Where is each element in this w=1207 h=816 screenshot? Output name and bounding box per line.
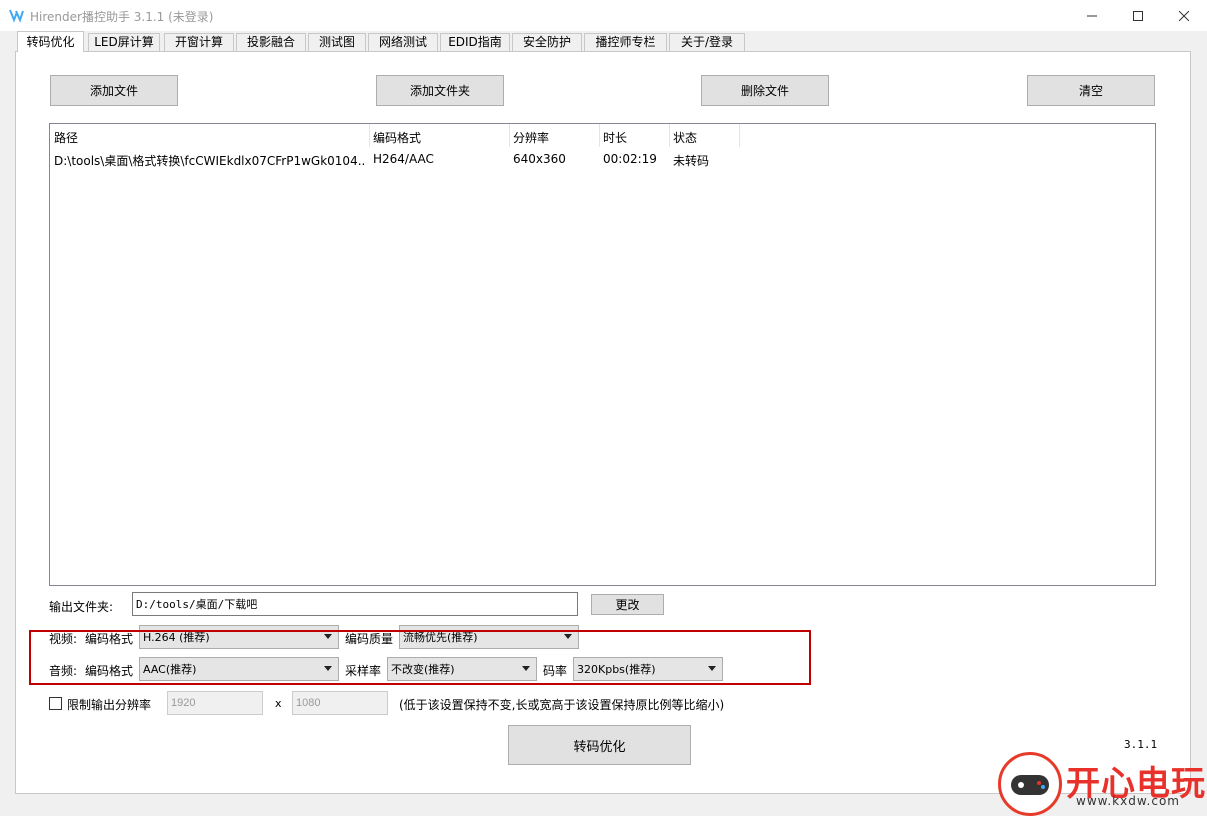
column-header-duration[interactable]: 时长 [603, 129, 627, 146]
column-separator[interactable] [669, 124, 670, 147]
tab-network-test[interactable]: 网络测试 [368, 33, 438, 51]
tab-edid-guide[interactable]: EDID指南 [440, 33, 510, 51]
output-folder-label: 输出文件夹: [49, 600, 114, 614]
resolution-separator: x [275, 697, 282, 710]
column-separator[interactable] [509, 124, 510, 147]
table-cell-codec[interactable]: H264/AAC [373, 152, 505, 166]
add-file-button[interactable]: 添加文件 [50, 75, 178, 106]
tab-about-login[interactable]: 关于/登录 [669, 33, 745, 51]
column-separator[interactable] [369, 124, 370, 147]
limit-resolution-label[interactable]: 限制输出分辨率 [67, 696, 151, 713]
tab-security[interactable]: 安全防护 [512, 33, 582, 51]
highlight-box [29, 630, 811, 685]
minimize-button[interactable] [1069, 0, 1115, 31]
output-folder-input[interactable]: D:/tools/桌面/下载吧 [132, 592, 578, 616]
column-header-status[interactable]: 状态 [673, 129, 697, 146]
clear-button[interactable]: 清空 [1027, 75, 1155, 106]
gamepad-icon [1011, 775, 1049, 795]
tab-window-calc[interactable]: 开窗计算 [164, 33, 234, 51]
table-cell-path[interactable]: D:\tools\桌面\格式转换\fcCWIEkdlx07CFrP1wGk010… [54, 152, 366, 169]
transcode-button[interactable]: 转码优化 [508, 725, 691, 765]
close-icon [1179, 10, 1189, 21]
watermark-url: www.kxdw.com [1076, 794, 1180, 808]
minimize-icon [1087, 15, 1097, 16]
column-header-resolution[interactable]: 分辨率 [513, 129, 549, 146]
column-separator[interactable] [599, 124, 600, 147]
column-separator[interactable] [739, 124, 740, 147]
table-cell-status[interactable]: 未转码 [673, 152, 735, 169]
app-logo-icon [9, 9, 24, 23]
tab-led-calc[interactable]: LED屏计算 [88, 33, 160, 51]
maximize-button[interactable] [1115, 0, 1161, 31]
version-label: 3.1.1 [1124, 738, 1158, 751]
column-header-path[interactable]: 路径 [54, 129, 78, 146]
table-cell-resolution[interactable]: 640x360 [513, 152, 595, 166]
tab-transcode[interactable]: 转码优化 [17, 31, 84, 52]
delete-file-button[interactable]: 删除文件 [701, 75, 829, 106]
column-header-codec[interactable]: 编码格式 [373, 129, 421, 146]
table-cell-duration[interactable]: 00:02:19 [603, 152, 665, 166]
tab-operator-column[interactable]: 播控师专栏 [584, 33, 667, 51]
tab-test-pattern[interactable]: 测试图 [308, 33, 366, 51]
file-list[interactable]: 路径 编码格式 分辨率 时长 状态 D:\tools\桌面\格式转换\fcCWI… [49, 123, 1156, 586]
maximize-icon [1133, 10, 1143, 21]
add-folder-button[interactable]: 添加文件夹 [376, 75, 504, 106]
limit-resolution-checkbox[interactable] [49, 697, 62, 710]
close-button[interactable] [1161, 0, 1207, 31]
change-folder-button[interactable]: 更改 [591, 594, 664, 615]
watermark-logo-icon [998, 752, 1062, 816]
window-title: Hirender播控助手 3.1.1 (未登录) [30, 10, 214, 24]
resolution-width-input[interactable]: 1920 [167, 691, 263, 715]
resolution-height-input[interactable]: 1080 [292, 691, 388, 715]
tab-projection-blend[interactable]: 投影融合 [236, 33, 306, 51]
resolution-hint: (低于该设置保持不变,长或宽高于该设置保持原比例等比缩小) [399, 698, 725, 712]
